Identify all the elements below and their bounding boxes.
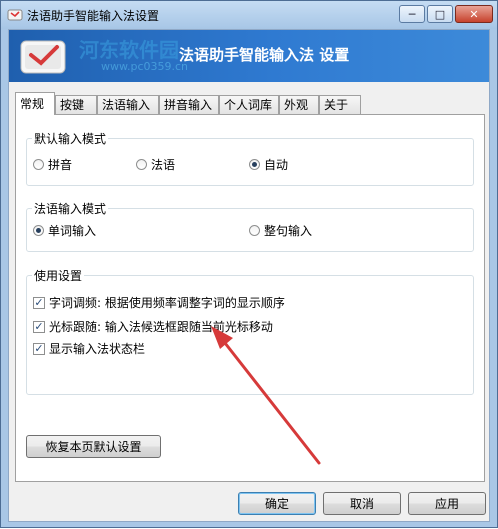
settings-window: 法语助手智能输入法设置 ─ □ ✕ 河东软件园 www.pc0359.cn 法语… <box>0 0 498 528</box>
annotation-arrow-icon <box>211 326 321 465</box>
tab-general[interactable]: 常规 <box>15 92 55 115</box>
